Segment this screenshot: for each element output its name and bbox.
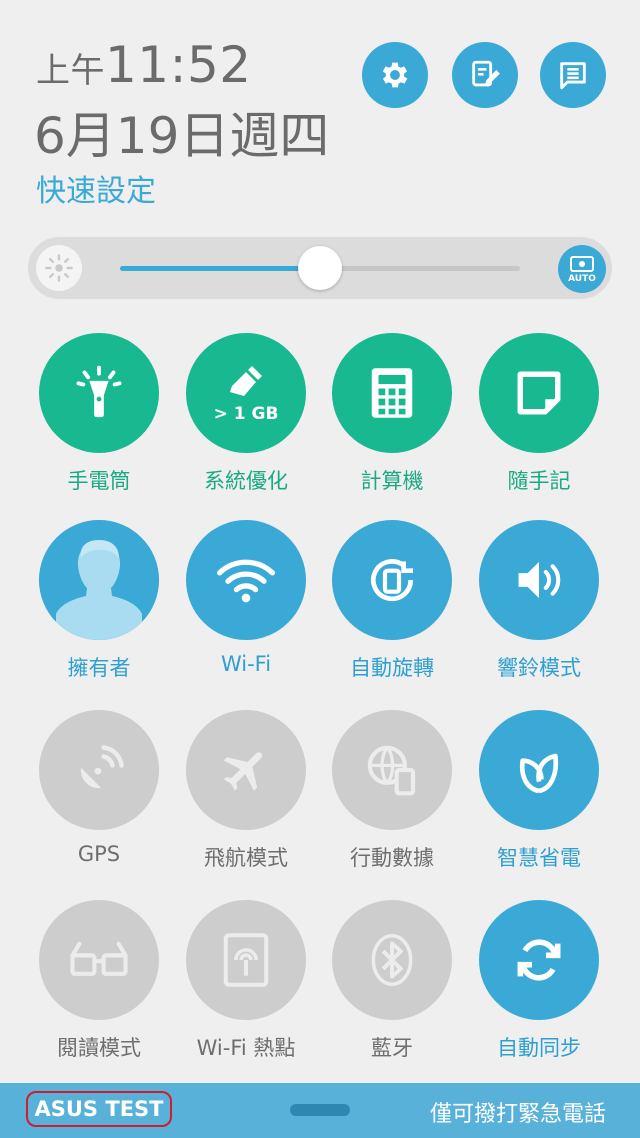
bluetooth-icon bbox=[370, 932, 414, 988]
tile-button[interactable] bbox=[332, 333, 452, 453]
note-icon bbox=[514, 368, 564, 418]
clock-value: 11:52 bbox=[105, 36, 252, 94]
user-avatar-icon bbox=[39, 520, 159, 640]
volume-icon bbox=[511, 555, 567, 605]
tile-broom[interactable]: > 1 GB 系統優化 bbox=[176, 333, 316, 495]
drag-handle[interactable] bbox=[290, 1104, 350, 1116]
tile-button[interactable] bbox=[39, 900, 159, 1020]
tile-user-avatar[interactable]: 擁有者 bbox=[29, 520, 169, 682]
tile-button[interactable] bbox=[186, 520, 306, 640]
calculator-icon bbox=[368, 366, 416, 420]
tile-button[interactable] bbox=[479, 333, 599, 453]
flashlight-icon bbox=[70, 364, 128, 422]
tile-button[interactable] bbox=[39, 333, 159, 453]
auto-rotate-icon bbox=[364, 552, 420, 608]
airplane-icon bbox=[219, 743, 273, 797]
gear-icon bbox=[382, 62, 408, 88]
tile-label: 計算機 bbox=[360, 469, 424, 493]
tile-leaf[interactable]: 智慧省電 bbox=[469, 710, 609, 872]
brightness-slider[interactable]: AUTO bbox=[28, 237, 612, 299]
auto-label: AUTO bbox=[568, 273, 596, 284]
bottom-bar: ASUS TEST 僅可撥打緊急電話 bbox=[0, 1083, 640, 1138]
mobile-data-icon bbox=[364, 742, 420, 798]
edit-icon bbox=[472, 60, 500, 87]
tile-hotspot[interactable]: Wi-Fi 熱點 bbox=[176, 900, 316, 1062]
tile-note[interactable]: 隨手記 bbox=[469, 333, 609, 495]
brightness-icon-wrap bbox=[36, 245, 82, 291]
notifications-button[interactable] bbox=[540, 42, 606, 108]
tile-button[interactable] bbox=[186, 710, 306, 830]
tile-button[interactable] bbox=[332, 520, 452, 640]
tile-button[interactable] bbox=[332, 900, 452, 1020]
tile-bluetooth[interactable]: 藍牙 bbox=[322, 900, 462, 1062]
tile-label: 智慧省電 bbox=[497, 846, 581, 870]
tile-label: 行動數據 bbox=[350, 846, 434, 870]
clock-date: 6月19日週四 bbox=[34, 107, 330, 165]
tile-button[interactable] bbox=[39, 520, 159, 640]
tile-label: 閱讀模式 bbox=[57, 1036, 141, 1060]
tile-label: 藍牙 bbox=[371, 1036, 413, 1060]
tile-label: 響鈴模式 bbox=[497, 656, 581, 680]
tile-label: 手電筒 bbox=[67, 469, 131, 493]
tile-badge: > 1 GB bbox=[213, 404, 279, 424]
settings-button[interactable] bbox=[362, 42, 428, 108]
wifi-icon bbox=[216, 556, 276, 604]
tile-label: 飛航模式 bbox=[204, 846, 288, 870]
tile-label: Wi-Fi bbox=[220, 652, 272, 676]
auto-brightness-button[interactable]: AUTO bbox=[558, 245, 606, 293]
sync-icon bbox=[511, 932, 567, 988]
tile-auto-rotate[interactable]: 自動旋轉 bbox=[322, 520, 462, 682]
edit-button[interactable] bbox=[452, 42, 518, 108]
tile-label: 自動旋轉 bbox=[350, 656, 434, 680]
tile-button[interactable] bbox=[186, 900, 306, 1020]
tile-calculator[interactable]: 計算機 bbox=[322, 333, 462, 495]
tile-sync[interactable]: 自動同步 bbox=[469, 900, 609, 1062]
broom-icon: > 1 GB bbox=[213, 362, 279, 424]
clock-ampm: 上午 bbox=[36, 51, 105, 91]
tile-label: GPS bbox=[77, 842, 121, 866]
tile-wifi[interactable]: Wi-Fi bbox=[176, 520, 316, 676]
notification-list-icon bbox=[560, 62, 586, 90]
brightness-fill bbox=[120, 266, 320, 271]
carrier-label: ASUS TEST bbox=[26, 1091, 172, 1127]
tile-label: 系統優化 bbox=[204, 469, 288, 493]
tile-button[interactable] bbox=[39, 710, 159, 830]
leaf-icon bbox=[511, 742, 567, 798]
tile-label: 隨手記 bbox=[507, 469, 571, 493]
tile-mobile-data[interactable]: 行動數據 bbox=[322, 710, 462, 872]
quick-settings-title: 快速設定 bbox=[36, 174, 156, 209]
tile-button[interactable] bbox=[479, 900, 599, 1020]
tile-label: 自動同步 bbox=[497, 1036, 581, 1060]
emergency-calls-text: 僅可撥打緊急電話 bbox=[429, 1102, 606, 1127]
auto-brightness-icon bbox=[570, 255, 594, 272]
hotspot-icon bbox=[222, 933, 270, 987]
tile-glasses[interactable]: 閱讀模式 bbox=[29, 900, 169, 1062]
tile-label: 擁有者 bbox=[67, 656, 131, 680]
tile-volume[interactable]: 響鈴模式 bbox=[469, 520, 609, 682]
tile-button[interactable] bbox=[479, 520, 599, 640]
clock-time: 上午11:52 bbox=[36, 36, 252, 94]
gps-icon bbox=[72, 743, 126, 797]
tile-flashlight[interactable]: 手電筒 bbox=[29, 333, 169, 495]
glasses-icon bbox=[69, 938, 129, 982]
tile-button[interactable] bbox=[479, 710, 599, 830]
tile-button[interactable]: > 1 GB bbox=[186, 333, 306, 453]
tile-button[interactable] bbox=[332, 710, 452, 830]
tile-label: Wi-Fi 熱點 bbox=[196, 1036, 296, 1060]
tile-airplane[interactable]: 飛航模式 bbox=[176, 710, 316, 872]
brightness-icon bbox=[45, 254, 73, 282]
tile-gps[interactable]: GPS bbox=[29, 710, 169, 866]
brightness-thumb[interactable] bbox=[298, 246, 342, 290]
